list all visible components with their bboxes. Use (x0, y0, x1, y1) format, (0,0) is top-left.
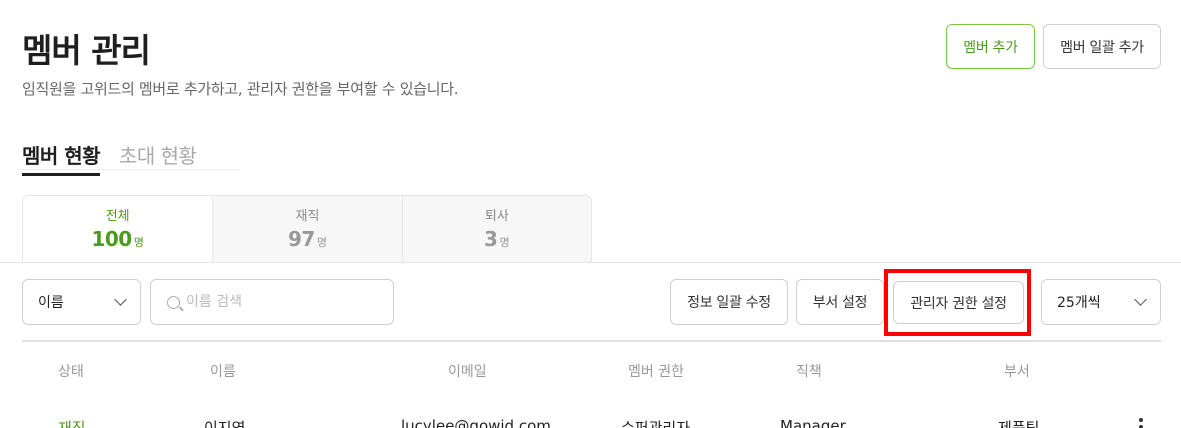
search-icon (167, 295, 180, 309)
tab-member-status[interactable]: 멤버 현황 (22, 140, 101, 176)
cell-status: 재직 (58, 419, 86, 428)
department-settings-button[interactable]: 부서 설정 (796, 279, 884, 325)
stat-card-resigned[interactable]: 퇴사 3 명 (401, 196, 591, 263)
stat-value: 3 (484, 227, 498, 251)
cell-department: 제품팀 (998, 419, 1040, 428)
stat-value: 97 (288, 227, 315, 251)
stat-label: 전체 (105, 209, 130, 224)
search-box (150, 279, 394, 325)
chevron-down-icon (1134, 293, 1147, 306)
stat-value: 100 (91, 227, 132, 251)
stat-label: 재직 (295, 209, 320, 224)
column-header-status: 상태 (58, 364, 84, 380)
column-header-role: 멤버 권한 (628, 364, 684, 380)
highlight-box (884, 269, 1031, 336)
divider (0, 262, 1181, 263)
page-size-select[interactable]: 25개씩 (1041, 279, 1161, 325)
column-header-department: 부서 (1004, 364, 1030, 380)
search-input[interactable] (186, 294, 376, 310)
bulk-add-member-button[interactable]: 멤버 일괄 추가 (1043, 24, 1161, 69)
search-field-select[interactable]: 이름 (22, 279, 141, 325)
stat-unit: 명 (499, 236, 510, 249)
cell-name[interactable]: 이지영 (204, 417, 245, 428)
page-title: 멤버 관리 (22, 31, 151, 70)
member-stat-cards: 전체 100 명 재직 97 명 퇴사 3 명 (22, 195, 592, 263)
stat-unit: 명 (316, 236, 327, 249)
cell-email: lucylee@gowid.com (401, 417, 551, 428)
column-header-email: 이메일 (448, 364, 487, 380)
cell-position: Manager (780, 417, 846, 428)
cell-role: 슈퍼관리자 (621, 419, 691, 428)
bulk-edit-button[interactable]: 정보 일괄 수정 (670, 279, 788, 325)
chevron-down-icon (114, 293, 127, 306)
search-field-value: 이름 (38, 295, 64, 311)
page-size-value: 25개씩 (1057, 295, 1101, 311)
stat-card-total[interactable]: 전체 100 명 (23, 196, 213, 263)
member-tabs: 멤버 현황 초대 현황 (22, 140, 240, 176)
column-header-name: 이름 (210, 364, 236, 380)
more-options-icon[interactable] (1138, 418, 1144, 428)
table-divider (22, 340, 1161, 342)
page-description: 임직원을 고위드의 멤버로 추가하고, 관리자 권한을 부여할 수 있습니다. (22, 80, 459, 98)
column-header-position: 직책 (796, 364, 822, 380)
stat-card-employed[interactable]: 재직 97 명 (212, 196, 402, 263)
add-member-button[interactable]: 멤버 추가 (946, 24, 1035, 69)
stat-unit: 명 (133, 236, 144, 249)
tab-invite-status[interactable]: 초대 현황 (119, 140, 197, 169)
stat-label: 퇴사 (484, 209, 509, 224)
